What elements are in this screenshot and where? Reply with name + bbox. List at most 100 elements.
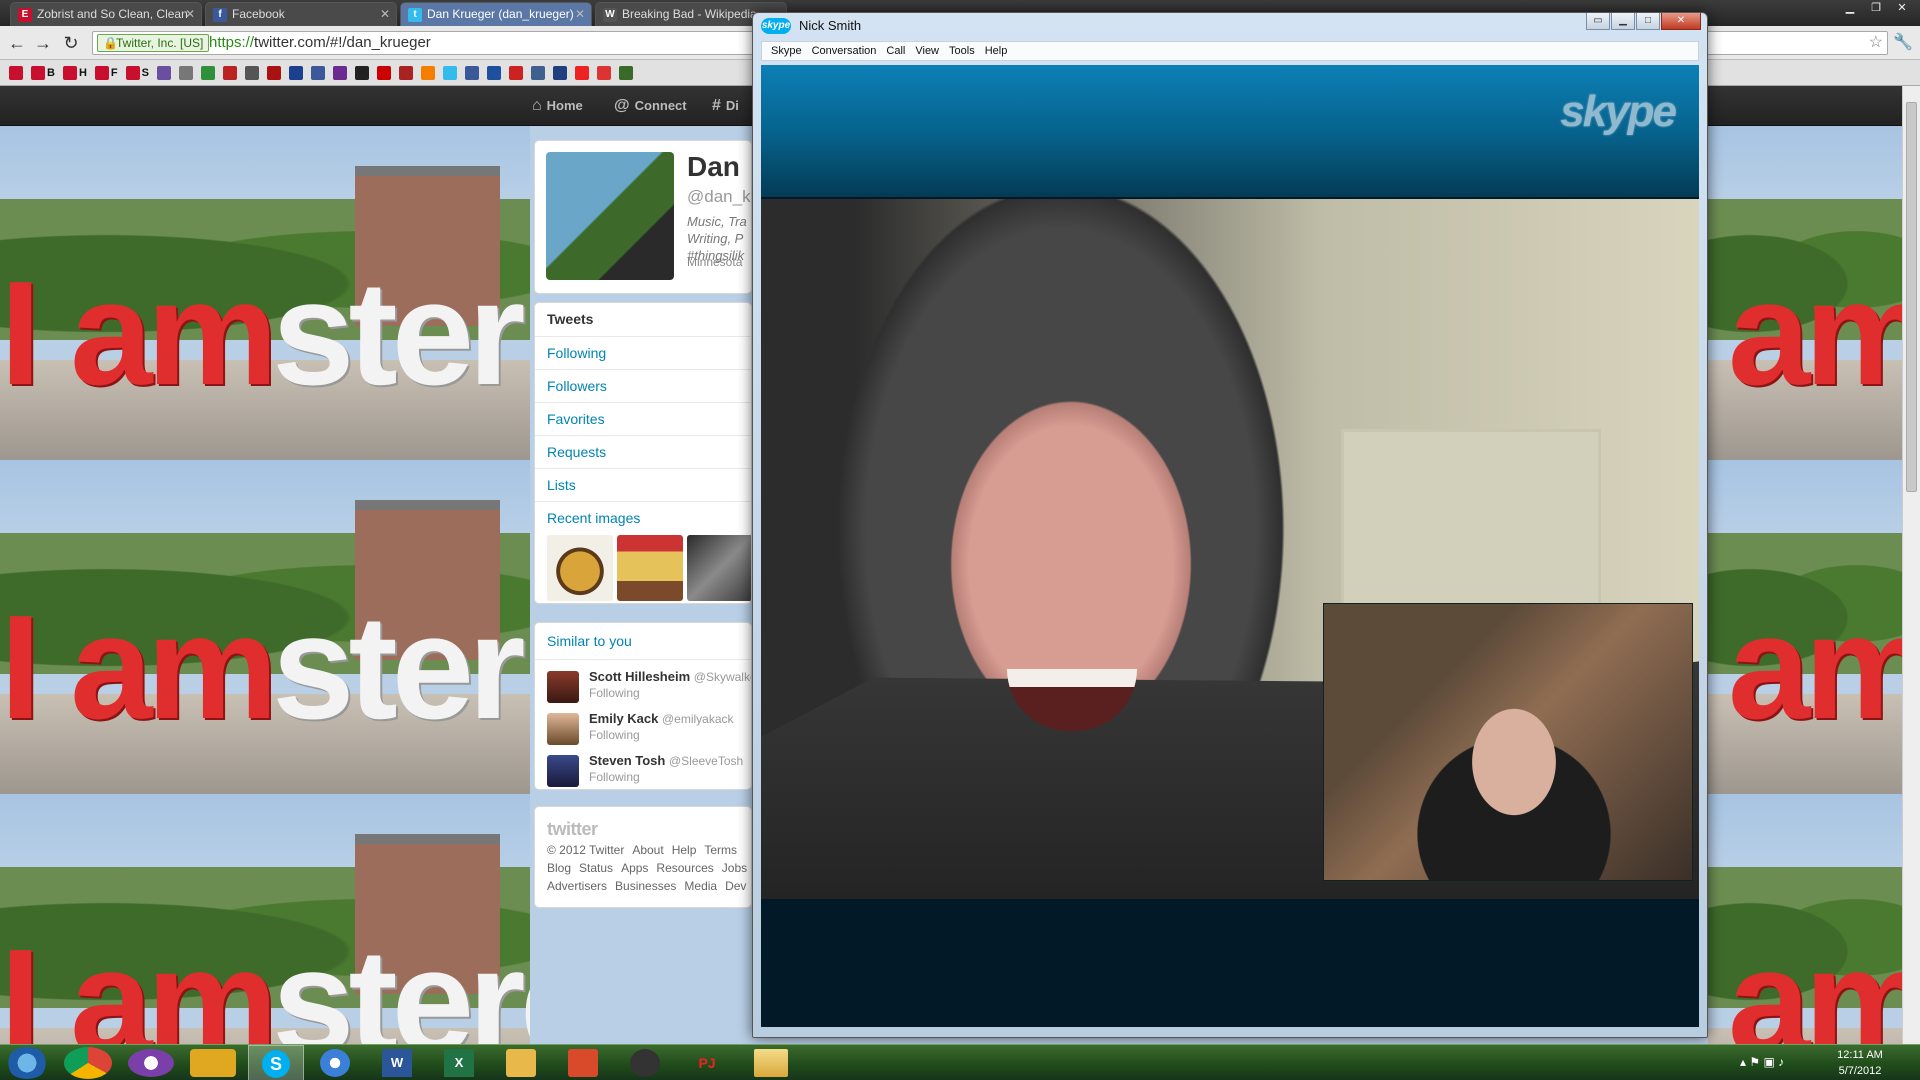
self-view-video[interactable] (1323, 603, 1693, 881)
steam-icon[interactable] (630, 1049, 660, 1077)
bookmark-icon[interactable] (330, 64, 350, 82)
bookmark-icon[interactable] (396, 64, 416, 82)
recent-image-thumbnail[interactable] (547, 535, 613, 601)
nav-home[interactable]: ⌂ Home (532, 97, 583, 115)
facebook-icon[interactable] (462, 64, 482, 82)
scrollbar-thumb[interactable] (1906, 102, 1917, 492)
footer-link[interactable]: Terms (704, 843, 737, 857)
avatar[interactable] (546, 152, 674, 280)
media-player-icon[interactable] (568, 1049, 598, 1077)
user-name[interactable]: Emily Kack (589, 711, 658, 726)
folder-app-icon[interactable] (190, 1049, 236, 1077)
taskbar-skype-button[interactable]: S (248, 1045, 304, 1080)
menu-tools[interactable]: Tools (944, 45, 980, 57)
nav-connect[interactable]: @ Connect (614, 97, 687, 115)
footer-link[interactable]: Media (684, 879, 717, 893)
maximize-icon[interactable]: □ (1636, 13, 1660, 30)
excel-icon[interactable]: X (444, 1049, 474, 1077)
recent-image-thumbnail[interactable] (617, 535, 683, 601)
bookmark-icon[interactable] (418, 64, 438, 82)
media-app-icon[interactable] (128, 1049, 174, 1077)
bookmark-espn-s[interactable]: S (123, 64, 152, 82)
nav-discover[interactable]: # Di (712, 97, 739, 115)
nav-tweets[interactable]: Tweets (535, 303, 751, 336)
close-icon[interactable]: ✕ (380, 3, 390, 25)
youtube-icon[interactable] (572, 64, 592, 82)
close-icon[interactable]: ✕ (1890, 0, 1914, 18)
bookmark-icon[interactable] (352, 64, 372, 82)
close-icon[interactable]: ✕ (185, 3, 195, 25)
bookmark-icon[interactable] (308, 64, 328, 82)
itunes-icon[interactable] (320, 1049, 350, 1077)
bookmark-icon[interactable] (198, 64, 218, 82)
footer-link[interactable]: Businesses (615, 879, 676, 893)
close-icon[interactable]: ✕ (575, 3, 585, 25)
bookmark-icon[interactable] (594, 64, 614, 82)
nav-following[interactable]: Following (535, 336, 751, 369)
ev-certificate-badge[interactable]: 🔒 Twitter, Inc. [US] (97, 34, 210, 52)
tab-facebook[interactable]: f Facebook ✕ (205, 2, 397, 26)
tab-dan-krueger[interactable]: t Dan Krueger (dan_krueger) ✕ (400, 2, 592, 26)
close-icon[interactable]: ✕ (1661, 13, 1701, 30)
avatar[interactable] (547, 755, 579, 787)
compact-view-icon[interactable]: ▭ (1586, 13, 1610, 30)
bookmark-icon[interactable] (286, 64, 306, 82)
nav-lists[interactable]: Lists (535, 468, 751, 501)
avatar[interactable] (547, 713, 579, 745)
bookmark-icon[interactable] (154, 64, 174, 82)
wrench-icon[interactable]: 🔧 (1892, 32, 1914, 54)
restore-icon[interactable]: ❐ (1864, 0, 1888, 18)
footer-link[interactable]: Apps (621, 861, 648, 875)
similar-title[interactable]: Similar to you (547, 633, 632, 649)
recent-image-thumbnail[interactable] (687, 535, 751, 601)
outlook-icon[interactable] (506, 1049, 536, 1077)
footer-link[interactable]: Blog (547, 861, 571, 875)
tray-icons[interactable]: ▴ ⚑ ▣ ♪ (1740, 1055, 1784, 1069)
chrome-icon[interactable] (64, 1047, 112, 1079)
bookmark-espn-h[interactable]: H (60, 64, 90, 82)
bookmark-icon[interactable] (616, 64, 636, 82)
menu-help[interactable]: Help (980, 45, 1013, 57)
bookmark-espn-b[interactable]: B (28, 64, 58, 82)
bookmark-icon[interactable] (264, 64, 284, 82)
bookmark-icon[interactable] (176, 64, 196, 82)
explorer-icon[interactable] (754, 1049, 788, 1077)
bookmark-icon[interactable] (550, 64, 570, 82)
bookmark-icon[interactable] (506, 64, 526, 82)
user-name[interactable]: Steven Tosh (589, 753, 665, 768)
menu-conversation[interactable]: Conversation (807, 45, 882, 57)
bookmark-espn[interactable] (6, 64, 26, 82)
footer-link[interactable]: Help (672, 843, 697, 857)
tab-zobrist[interactable]: E Zobrist and So Clean, Clean ✕ (10, 2, 202, 26)
reload-icon[interactable]: ↻ (60, 32, 82, 54)
bookmark-icon[interactable] (374, 64, 394, 82)
footer-link[interactable]: Resources (656, 861, 713, 875)
bookmark-icon[interactable] (484, 64, 504, 82)
forward-arrow-icon[interactable]: → (32, 32, 54, 54)
nav-recent-images[interactable]: Recent images (535, 501, 751, 534)
pj64-icon[interactable]: PJ (692, 1049, 722, 1077)
footer-link[interactable]: About (632, 843, 663, 857)
footer-link[interactable]: Jobs (722, 861, 747, 875)
avatar[interactable] (547, 671, 579, 703)
bookmark-icon[interactable] (528, 64, 548, 82)
bookmark-star-icon[interactable]: ☆ (1869, 32, 1883, 54)
menu-skype[interactable]: Skype (766, 45, 807, 57)
suggested-user[interactable]: Steven Tosh @SleeveTosh Following (547, 753, 751, 789)
page-scrollbar[interactable] (1902, 86, 1920, 1044)
suggested-user[interactable]: Emily Kack @emilyakack Following (547, 711, 751, 751)
footer-link[interactable]: Dev (725, 879, 746, 893)
bookmark-icon[interactable] (220, 64, 240, 82)
user-name[interactable]: Scott Hillesheim (589, 669, 690, 684)
word-icon[interactable]: W (382, 1049, 412, 1077)
start-button-icon[interactable] (6, 1047, 48, 1079)
nav-favorites[interactable]: Favorites (535, 402, 751, 435)
bookmark-icon[interactable] (242, 64, 262, 82)
minimize-icon[interactable]: ▁ (1611, 13, 1635, 30)
nav-followers[interactable]: Followers (535, 369, 751, 402)
back-arrow-icon[interactable]: ← (6, 32, 28, 54)
suggested-user[interactable]: Scott Hillesheim @Skywalke Following (547, 669, 751, 709)
twitter-bird-icon[interactable] (440, 64, 460, 82)
skype-titlebar[interactable]: skype Nick Smith ▭ ▁ □ ✕ (753, 13, 1707, 39)
footer-link[interactable]: Status (579, 861, 613, 875)
